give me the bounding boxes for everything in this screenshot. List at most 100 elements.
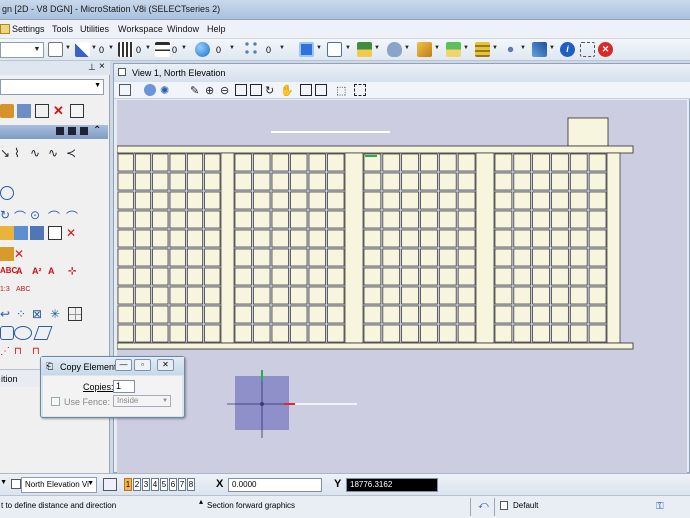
view-attributes-icon[interactable] — [119, 84, 131, 96]
view-button-5[interactable]: 5 — [160, 478, 168, 491]
hatch-icon[interactable] — [30, 226, 44, 240]
text-note-icon[interactable]: A² — [32, 266, 46, 280]
view-icon[interactable] — [118, 68, 126, 76]
multi-line-icon[interactable]: ∿ — [30, 146, 44, 160]
menu-utilities[interactable]: Utilities — [80, 24, 109, 34]
transparency-globe-icon[interactable] — [195, 42, 210, 57]
view-button-4[interactable]: 4 — [151, 478, 159, 491]
view-button-2[interactable]: 2 — [133, 478, 141, 491]
text-attr-icon[interactable]: A — [48, 266, 62, 280]
dim-element-icon[interactable]: ✳ — [50, 307, 64, 321]
label-icon[interactable] — [70, 104, 84, 118]
view-icon[interactable] — [11, 479, 21, 489]
list-view-icon[interactable] — [68, 127, 76, 135]
priority-icon[interactable] — [243, 40, 259, 58]
chevron-down-icon[interactable]: ▼ — [492, 45, 498, 51]
text-fit-icon[interactable]: ⊹ — [68, 266, 82, 280]
view-button-6[interactable]: 6 — [169, 478, 177, 491]
clip-volume-icon[interactable]: ⬚ — [336, 84, 348, 97]
copies-input[interactable]: 1 — [113, 380, 135, 393]
measure-icon[interactable] — [532, 42, 547, 57]
chevron-down-icon[interactable]: ▼ — [145, 45, 151, 51]
pattern-icon[interactable] — [48, 226, 62, 240]
menu-tools[interactable]: Tools — [52, 24, 73, 34]
drawing-canvas[interactable] — [116, 100, 687, 473]
slab-icon[interactable] — [0, 326, 14, 340]
line-style-icon[interactable] — [75, 42, 90, 57]
close-button[interactable]: ✕ — [157, 359, 174, 371]
cylinder-icon[interactable] — [14, 326, 32, 340]
fit-view-icon[interactable] — [250, 84, 262, 96]
chevron-down-icon[interactable]: ▼ — [316, 45, 322, 51]
use-fence-checkbox[interactable] — [51, 397, 60, 406]
weight-icon[interactable] — [155, 42, 170, 57]
view-groups-icon[interactable] — [103, 478, 117, 491]
active-level-combo[interactable]: ▼ — [0, 42, 44, 58]
chevron-down-icon[interactable]: ▼ — [374, 45, 380, 51]
key-icon[interactable]: ⚿ — [656, 501, 664, 512]
next-view-icon[interactable] — [315, 84, 327, 96]
dim-radial-icon[interactable]: ⊠ — [32, 307, 46, 321]
selection-icon[interactable] — [580, 42, 595, 57]
zoom-in-icon[interactable]: ⊕ — [205, 84, 217, 97]
primary-tools-icon[interactable] — [299, 42, 314, 57]
display-style-icon[interactable] — [144, 84, 156, 96]
chevron-down-icon[interactable]: ▼ — [279, 45, 285, 51]
level-icon[interactable] — [500, 501, 508, 510]
delete-icon[interactable]: ✕ — [53, 104, 67, 118]
light-icon[interactable]: ✺ — [160, 84, 172, 97]
saved-view-combo[interactable]: North Elevation Vi ▼ — [21, 477, 97, 493]
dim-angle-icon[interactable]: ⁘ — [16, 307, 30, 321]
line-icon[interactable]: ↘ — [0, 146, 14, 160]
stream-icon[interactable]: ≺ — [66, 146, 80, 160]
arc-3pt-icon[interactable]: ⌒ — [14, 208, 28, 224]
color-swatch-icon[interactable] — [48, 42, 63, 57]
table-icon[interactable] — [357, 42, 372, 57]
place-points-icon[interactable]: ⊓ — [14, 346, 28, 360]
lock-icon[interactable]: ⤺ — [478, 500, 489, 511]
cloud-icon[interactable] — [387, 42, 402, 57]
update-icon[interactable]: ✎ — [190, 84, 202, 97]
info-icon[interactable]: i — [560, 42, 575, 57]
cell-icon[interactable] — [0, 247, 14, 261]
maximize-button[interactable]: ▫ — [134, 359, 151, 371]
x-coordinate-field[interactable]: 0.0000 — [228, 478, 322, 492]
arc-edge-icon[interactable]: ⌒ — [48, 208, 62, 224]
chevron-down-icon[interactable]: ▼ — [434, 45, 440, 51]
circle-icon[interactable] — [0, 186, 14, 200]
menu-workspace[interactable]: Workspace — [118, 24, 163, 34]
chevron-down-icon[interactable]: ▼ — [65, 45, 71, 51]
fit-icon[interactable] — [35, 104, 49, 118]
drop-cell-icon[interactable]: ✕ — [14, 247, 28, 261]
copy-text-icon[interactable] — [17, 104, 31, 118]
previous-view-icon[interactable] — [300, 84, 312, 96]
fence-mode-select[interactable]: Inside ▼ — [113, 395, 171, 407]
chevron-down-icon[interactable]: ▼ — [345, 45, 351, 51]
delete-icon[interactable]: ✕ — [598, 42, 613, 57]
document-icon[interactable] — [327, 42, 342, 57]
dimension-icon[interactable]: ↩ — [0, 307, 14, 321]
collapse-icon[interactable]: ⌃ — [93, 125, 101, 136]
view-button-1[interactable]: 1 — [124, 478, 132, 491]
task-selector[interactable]: ▼ — [0, 79, 104, 95]
chevron-down-icon[interactable]: ▼ — [520, 45, 526, 51]
chevron-down-icon[interactable]: ▼ — [181, 45, 187, 51]
menu-help[interactable]: Help — [207, 24, 226, 34]
line-weight-icon[interactable] — [118, 42, 133, 57]
edit-icon[interactable] — [0, 104, 14, 118]
prism-icon[interactable] — [33, 326, 53, 340]
tag-icon[interactable]: ABC — [16, 286, 30, 300]
curve-icon[interactable]: ∿ — [48, 146, 62, 160]
close-icon[interactable]: × — [99, 61, 105, 72]
layers-icon[interactable] — [475, 42, 490, 57]
raster-icon[interactable] — [417, 42, 432, 57]
view-button-7[interactable]: 7 — [178, 478, 186, 491]
view-button-3[interactable]: 3 — [142, 478, 150, 491]
chevron-down-icon[interactable]: ▼ — [549, 45, 555, 51]
arc-modify-icon[interactable]: ⌒ — [66, 208, 80, 224]
place-icon[interactable]: ⋰ — [0, 346, 14, 360]
pan-icon[interactable]: ✋ — [280, 84, 294, 97]
table-grid-icon[interactable] — [68, 307, 82, 321]
chevron-down-icon[interactable]: ▼ — [404, 45, 410, 51]
clip-mask-icon[interactable] — [354, 84, 366, 96]
